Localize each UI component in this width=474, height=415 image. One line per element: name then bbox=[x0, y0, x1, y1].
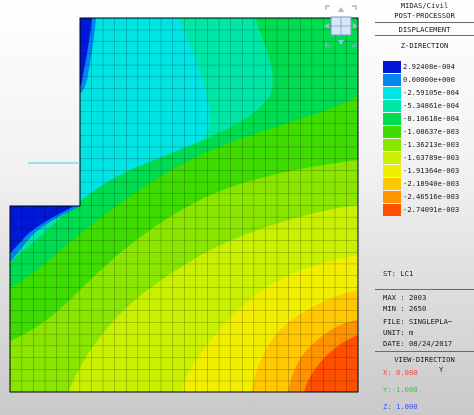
legend-value: -2.59105e-004 bbox=[403, 88, 460, 97]
legend-swatch bbox=[383, 165, 401, 177]
model-viewport[interactable]: MIDAS/Civil POST-PROCESSOR DISPLACEMENT … bbox=[0, 0, 474, 415]
result-type-label: DISPLACEMENT bbox=[398, 25, 451, 34]
divider bbox=[375, 351, 474, 352]
legend-swatch bbox=[383, 74, 401, 86]
date-label: DATE: 08/24/2017 bbox=[383, 339, 453, 348]
legend-entry: -1.63789e-003 bbox=[383, 151, 473, 164]
legend-entry: -1.91364e-003 bbox=[383, 164, 473, 177]
divider bbox=[375, 22, 474, 23]
file-name-label: FILE: SINGLEPLA~ bbox=[383, 317, 453, 326]
program-name: MIDAS/Civil bbox=[400, 1, 449, 10]
legend-swatch bbox=[383, 61, 401, 73]
legend-entry: -2.74091e-003 bbox=[383, 203, 473, 216]
legend-value: -2.18940e-003 bbox=[403, 179, 460, 188]
legend-value: -5.34861e-004 bbox=[403, 101, 460, 110]
legend-entry: -2.18940e-003 bbox=[383, 177, 473, 190]
divider bbox=[375, 289, 474, 290]
displacement-contour-plot bbox=[9, 17, 359, 393]
result-info-panel: MIDAS/Civil POST-PROCESSOR DISPLACEMENT … bbox=[375, 0, 474, 415]
legend-entry: 0.00000e+000 bbox=[383, 73, 473, 86]
max-node-label: MAX : 2003 bbox=[383, 293, 427, 302]
legend-entry: -1.36213e-003 bbox=[383, 138, 473, 151]
divider bbox=[375, 35, 474, 36]
view-direction-title: VIEW-DIRECTION bbox=[394, 355, 455, 364]
contour-bands bbox=[10, 18, 358, 392]
unit-label: UNIT: m bbox=[383, 328, 414, 337]
view-direction-z: Z: 1.000 bbox=[383, 402, 418, 411]
mesh-grid bbox=[10, 18, 358, 392]
view-direction-x: X: 0.000 bbox=[383, 368, 418, 377]
legend-swatch bbox=[383, 152, 401, 164]
legend-value: -2.46516e-003 bbox=[403, 192, 460, 201]
legend-swatch bbox=[383, 100, 401, 112]
legend-swatch bbox=[383, 126, 401, 138]
legend-value: -1.36213e-003 bbox=[403, 140, 460, 149]
legend-swatch bbox=[383, 87, 401, 99]
legend-swatch bbox=[383, 113, 401, 125]
legend-entry: -8.10618e-004 bbox=[383, 112, 473, 125]
legend-swatch bbox=[383, 204, 401, 216]
legend-value: 0.00000e+000 bbox=[403, 75, 455, 84]
legend-entry: -2.46516e-003 bbox=[383, 190, 473, 203]
legend-value: -1.08637e-003 bbox=[403, 127, 460, 136]
view-direction-y: Y:-1.000 bbox=[383, 385, 418, 394]
processor-label: POST-PROCESSOR bbox=[394, 11, 455, 20]
legend-entry: -5.34861e-004 bbox=[383, 99, 473, 112]
legend-value: -1.63789e-003 bbox=[403, 153, 460, 162]
legend-swatch bbox=[383, 139, 401, 151]
min-node-label: MIN : 2650 bbox=[383, 304, 427, 313]
legend-entry: 2.92408e-004 bbox=[383, 60, 473, 73]
legend-value: 2.92408e-004 bbox=[403, 62, 455, 71]
component-label: Z-DIRECTION bbox=[400, 41, 449, 50]
view-cube-icon[interactable] bbox=[322, 4, 360, 48]
legend-value: -8.10618e-004 bbox=[403, 114, 460, 123]
legend-swatch bbox=[383, 178, 401, 190]
load-case-label: ST: LC1 bbox=[383, 269, 414, 278]
view-axis-letter: Y bbox=[439, 365, 444, 374]
legend-value: -2.74091e-003 bbox=[403, 205, 460, 214]
legend-value: -1.91364e-003 bbox=[403, 166, 460, 175]
legend-swatch bbox=[383, 191, 401, 203]
legend-entry: -1.08637e-003 bbox=[383, 125, 473, 138]
legend-entry: -2.59105e-004 bbox=[383, 86, 473, 99]
